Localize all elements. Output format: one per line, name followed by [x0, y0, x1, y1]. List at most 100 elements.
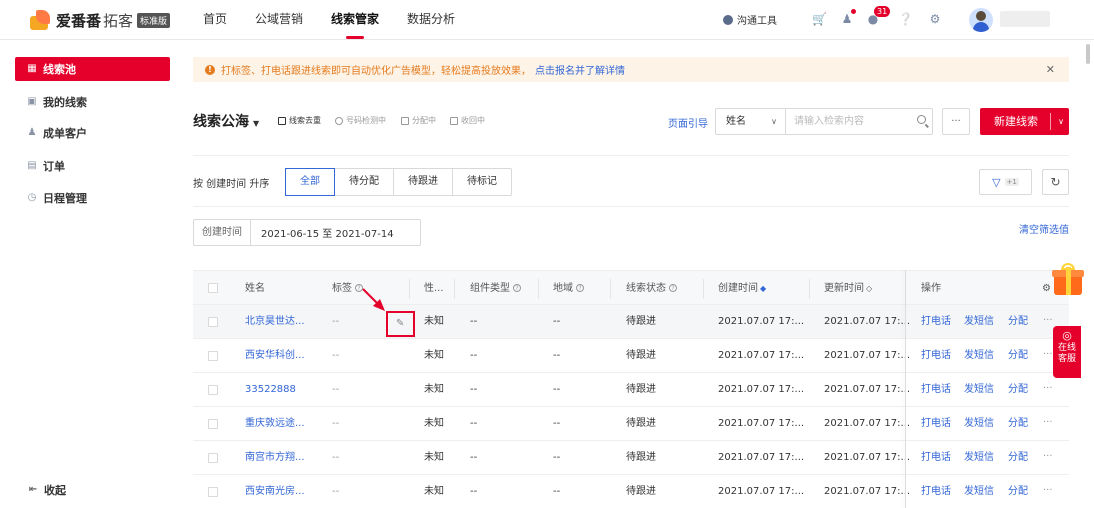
search-field-select[interactable]: 姓名 ∨: [716, 109, 786, 134]
sidebar-collapse-button[interactable]: ⇤ 收起: [28, 482, 66, 498]
assign-button[interactable]: 分配: [1008, 475, 1028, 508]
gear-icon[interactable]: ⚙: [928, 12, 942, 26]
comm-tools-button[interactable]: 沟通工具: [723, 12, 777, 27]
search-icon[interactable]: [917, 115, 926, 124]
lead-name-link[interactable]: 重庆敦远途...: [245, 407, 305, 441]
row-checkbox[interactable]: [208, 351, 218, 361]
status-cell: 待跟进: [626, 486, 656, 497]
nav-public-marketing[interactable]: 公域营销: [255, 0, 303, 40]
assign-button[interactable]: 分配: [1008, 373, 1028, 407]
row-checkbox[interactable]: [208, 385, 218, 395]
sidebar-item-lead-pool[interactable]: ▦ 线索池: [15, 57, 170, 81]
nav-lead-manager[interactable]: 线索管家: [331, 0, 379, 40]
sort-label[interactable]: 按 创建时间 升序: [193, 175, 269, 190]
cart-icon[interactable]: 🛒: [812, 12, 827, 26]
table-row[interactable]: 33522888 -- 未知 -- -- 待跟进 2021.07.07 17:... 2021…: [193, 373, 1069, 407]
lead-name-link[interactable]: 南宫市方翔...: [245, 441, 305, 475]
tag-edit-highlight[interactable]: ✎: [386, 311, 415, 337]
col-created[interactable]: 创建时间 ◆: [718, 271, 766, 306]
row-more-button[interactable]: ···: [1043, 475, 1053, 508]
tab-all[interactable]: 全部: [285, 168, 335, 196]
new-lead-button[interactable]: 新建线索 ∨: [980, 108, 1069, 135]
online-service-button[interactable]: ◎ 在线 客服: [1053, 326, 1081, 378]
sidebar-item-schedule[interactable]: ◷ 日程管理: [15, 186, 170, 210]
avatar[interactable]: [969, 8, 993, 32]
assign-button[interactable]: 分配: [1008, 407, 1028, 441]
date-range-picker[interactable]: 创建时间 2021-06-15 至 2021-07-14: [193, 219, 421, 246]
call-button[interactable]: 打电话: [921, 373, 951, 407]
row-checkbox[interactable]: [208, 487, 218, 497]
lead-name-link[interactable]: 33522888: [245, 373, 296, 407]
sort-icon[interactable]: ◇: [866, 284, 872, 293]
clear-filters-link[interactable]: 清空筛选值: [1019, 221, 1069, 236]
sort-icon[interactable]: ◆: [760, 284, 766, 293]
assign-button[interactable]: 分配: [1008, 305, 1028, 339]
row-more-button[interactable]: ···: [1043, 373, 1053, 407]
row-more-button[interactable]: ···: [1043, 305, 1053, 339]
row-more-button[interactable]: ···: [1043, 339, 1053, 373]
call-button[interactable]: 打电话: [921, 305, 951, 339]
help-icon[interactable]: ?: [513, 284, 521, 292]
call-button[interactable]: 打电话: [921, 339, 951, 373]
filter-button[interactable]: ▽ +1: [979, 169, 1032, 195]
col-updated[interactable]: 更新时间 ◇: [824, 271, 872, 306]
folder-icon: ▣: [27, 96, 37, 107]
lead-name-link[interactable]: 北京昊世达...: [245, 305, 305, 339]
table-row[interactable]: 北京昊世达... -- 未知 -- -- 待跟进 2021.07.07 17:... 2021…: [193, 305, 1069, 339]
sms-button[interactable]: 发短信: [964, 373, 994, 407]
table-row[interactable]: 西安南光房... -- 未知 -- -- 待跟进 2021.07.07 17:... 2021…: [193, 475, 1069, 508]
sidebar-item-closed-customers[interactable]: ♟ 成单客户: [15, 121, 170, 145]
assign-button[interactable]: 分配: [1008, 339, 1028, 373]
user-name-redacted[interactable]: [1000, 11, 1050, 27]
chevron-down-icon[interactable]: ∨: [1058, 108, 1064, 135]
user-add-icon[interactable]: ♟: [840, 12, 854, 26]
help-icon[interactable]: ?: [576, 284, 584, 292]
help-icon[interactable]: ?: [355, 284, 363, 292]
notice-signup-link[interactable]: 点击报名并了解详情: [535, 62, 625, 77]
sms-button[interactable]: 发短信: [964, 305, 994, 339]
row-checkbox[interactable]: [208, 419, 218, 429]
sms-button[interactable]: 发短信: [964, 475, 994, 508]
sms-button[interactable]: 发短信: [964, 407, 994, 441]
collapse-icon: ⇤: [28, 484, 38, 495]
close-icon[interactable]: ✕: [1046, 63, 1055, 76]
help-icon[interactable]: ❔: [898, 12, 913, 26]
page-title[interactable]: 线索公海 ▼: [193, 111, 259, 131]
sms-button[interactable]: 发短信: [964, 339, 994, 373]
nav-home[interactable]: 首页: [203, 0, 227, 40]
call-button[interactable]: 打电话: [921, 407, 951, 441]
search-input[interactable]: [786, 109, 914, 134]
gift-icon[interactable]: [1052, 263, 1084, 295]
help-icon[interactable]: ?: [669, 284, 677, 292]
recall-icon: [450, 116, 458, 125]
table-row[interactable]: 西安华科创... -- 未知 -- -- 待跟进 2021.07.07 17:... 2021…: [193, 339, 1069, 373]
lead-name-link[interactable]: 西安南光房...: [245, 475, 305, 508]
row-checkbox[interactable]: [208, 453, 218, 463]
assign-button[interactable]: 分配: [1008, 441, 1028, 475]
column-settings-icon[interactable]: ⚙: [1042, 271, 1051, 306]
page-guide-link[interactable]: 页面引导: [668, 115, 708, 130]
row-checkbox[interactable]: [208, 317, 218, 327]
sidebar-item-my-leads[interactable]: ▣ 我的线索: [15, 90, 170, 114]
tab-pending-tag[interactable]: 待标记: [453, 169, 511, 195]
logo[interactable]: 爱番番 拓客 标准版: [30, 9, 171, 31]
lead-name-link[interactable]: 西安华科创...: [245, 339, 305, 373]
more-button[interactable]: ...: [942, 108, 970, 135]
headset-icon: ◎: [1062, 329, 1072, 342]
edit-icon[interactable]: ✎: [396, 318, 404, 329]
table-row[interactable]: 南宫市方翔... -- 未知 -- -- 待跟进 2021.07.07 17:... 2021…: [193, 441, 1069, 475]
table-row[interactable]: 重庆敦远途... -- 未知 -- -- 待跟进 2021.07.07 17:... 2021…: [193, 407, 1069, 441]
row-more-button[interactable]: ···: [1043, 441, 1053, 475]
sidebar-item-orders[interactable]: ▤ 订单: [15, 154, 170, 178]
dedupe-button[interactable]: 线索去重: [278, 115, 321, 126]
updated-cell: 2021.07.07 17:...: [824, 350, 911, 361]
tab-pending-assign[interactable]: 待分配: [335, 169, 394, 195]
tab-pending-follow[interactable]: 待跟进: [394, 169, 453, 195]
sms-button[interactable]: 发短信: [964, 441, 994, 475]
nav-data-analysis[interactable]: 数据分析: [407, 0, 455, 40]
select-all-checkbox[interactable]: [208, 283, 218, 293]
call-button[interactable]: 打电话: [921, 441, 951, 475]
row-more-button[interactable]: ···: [1043, 407, 1053, 441]
refresh-button[interactable]: ↻: [1042, 169, 1069, 195]
call-button[interactable]: 打电话: [921, 475, 951, 508]
